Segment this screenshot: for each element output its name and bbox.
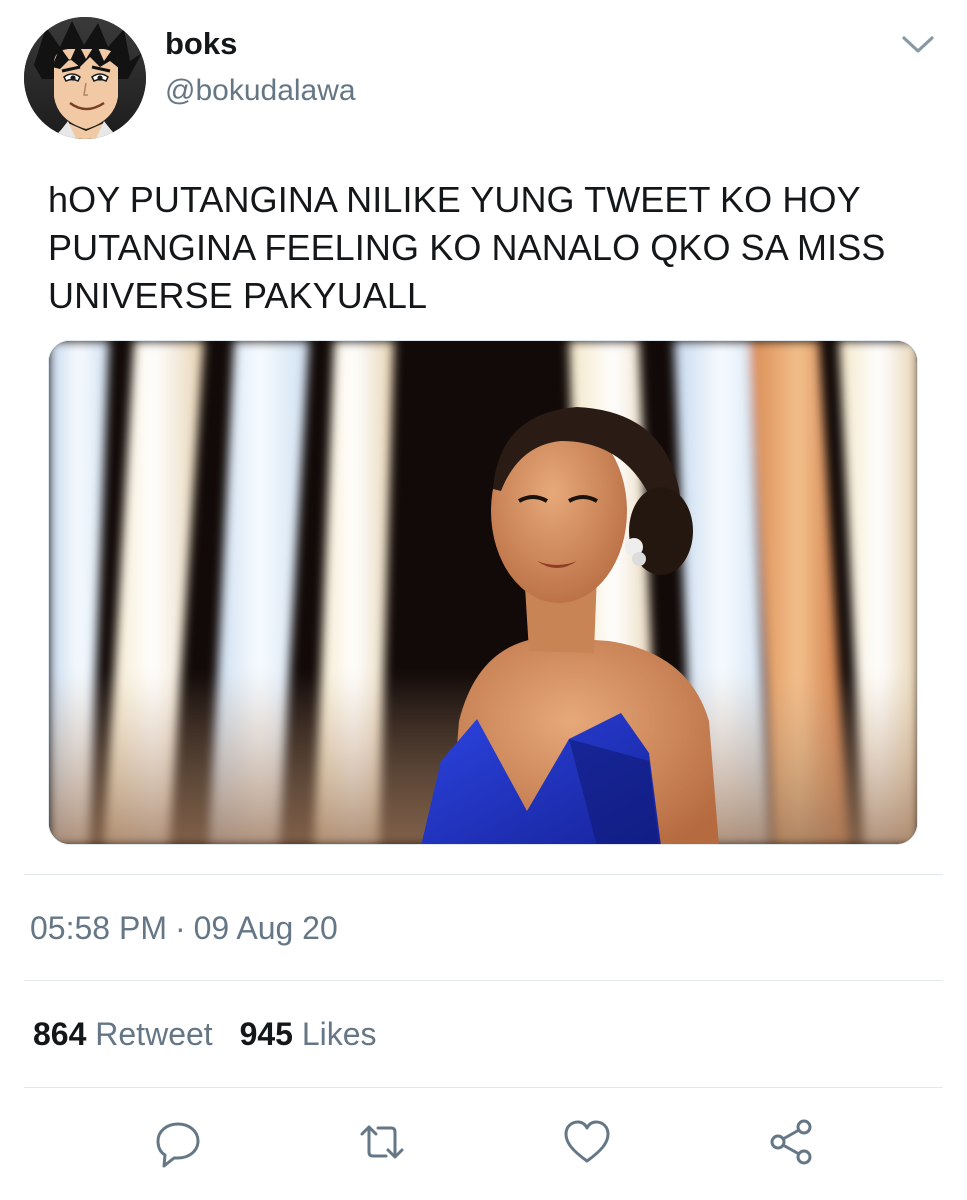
chevron-down-icon[interactable] — [898, 30, 938, 58]
retweet-label[interactable]: Retweet — [95, 1016, 212, 1052]
like-label[interactable]: Likes — [302, 1016, 377, 1052]
anime-character-avatar-icon — [24, 17, 146, 139]
tweet-time: 05:58 PM — [30, 910, 167, 946]
tweet-actions — [0, 1112, 967, 1172]
retweet-count[interactable]: 864 — [33, 1016, 86, 1052]
like-count[interactable]: 945 — [240, 1016, 293, 1052]
divider — [24, 1087, 943, 1088]
tweet-header: boks @bokudalawa — [0, 0, 967, 160]
user-handle[interactable]: @bokudalawa — [165, 74, 356, 108]
timestamp-separator: · — [174, 910, 186, 946]
photo-woman-in-blue-gown-icon — [49, 341, 917, 844]
tweet-stats: 864 Retweet 945 Likes — [33, 1016, 395, 1053]
like-icon[interactable] — [557, 1112, 617, 1172]
tweet-text: hOY PUTANGINA NILIKE YUNG TWEET KO HOY P… — [48, 179, 886, 316]
tweet-media-image[interactable] — [48, 340, 918, 845]
tweet-date: 09 Aug 20 — [193, 910, 338, 946]
divider — [24, 874, 943, 875]
display-name[interactable]: boks — [165, 26, 237, 62]
reply-icon[interactable] — [148, 1112, 208, 1172]
avatar[interactable] — [24, 17, 146, 139]
retweet-icon[interactable] — [352, 1112, 412, 1172]
share-icon[interactable] — [761, 1112, 821, 1172]
tweet-timestamp[interactable]: 05:58 PM · 09 Aug 20 — [30, 910, 338, 947]
divider — [24, 980, 943, 981]
